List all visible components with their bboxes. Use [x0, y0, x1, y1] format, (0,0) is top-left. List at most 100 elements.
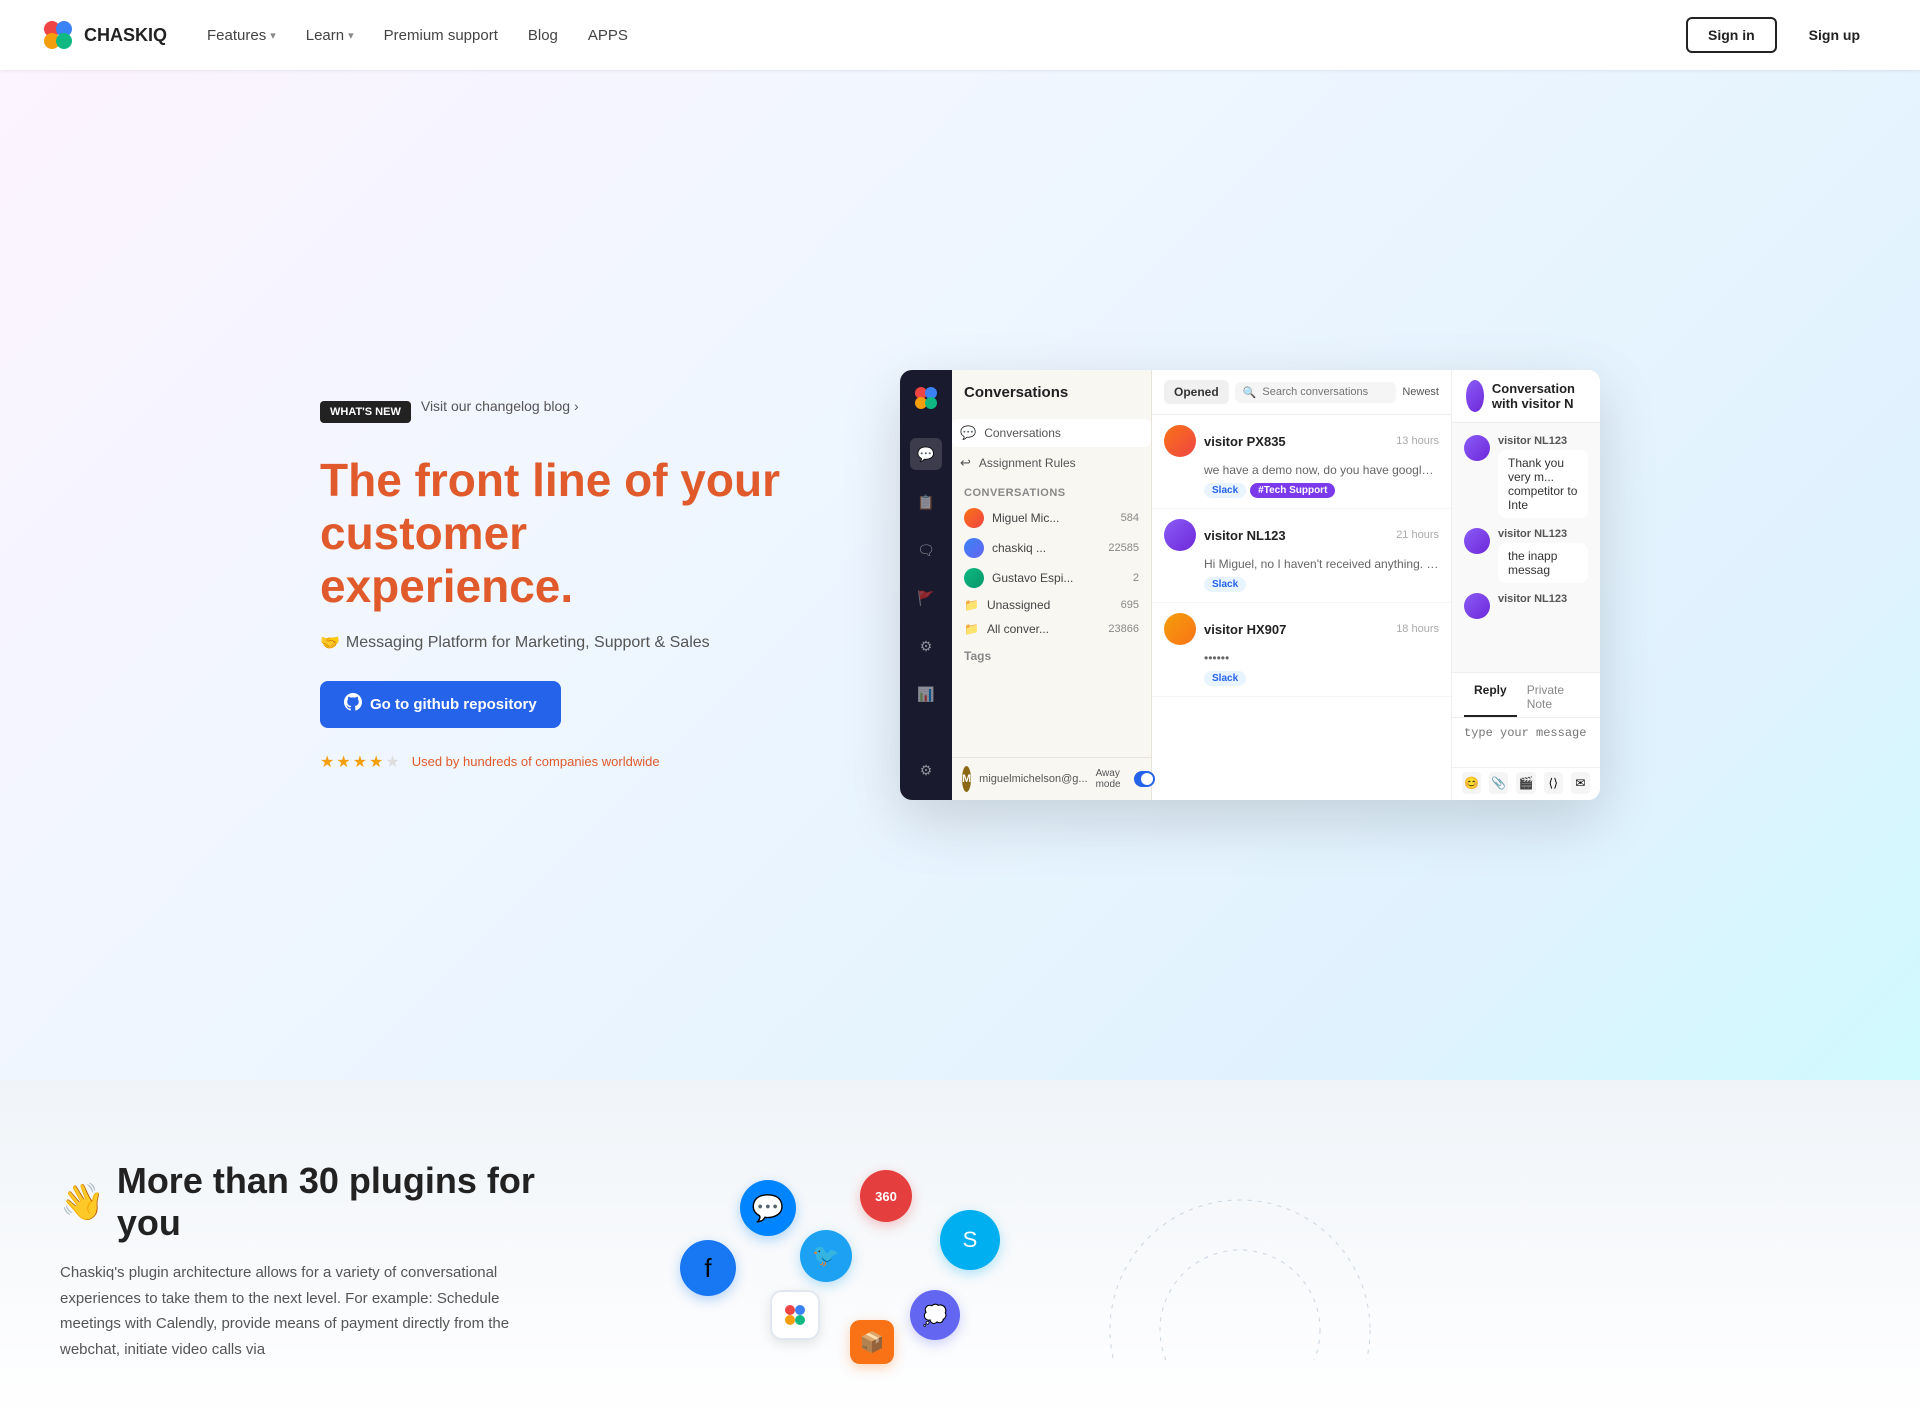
- search-input[interactable]: [1262, 386, 1388, 398]
- reply-tool-gif[interactable]: 🎬: [1516, 772, 1535, 794]
- signin-button[interactable]: Sign in: [1686, 17, 1777, 53]
- nav-apps[interactable]: APPS: [588, 27, 628, 44]
- reply-tool-send[interactable]: ✉: [1571, 772, 1590, 794]
- avatar-chaskiq: [964, 538, 984, 558]
- conv-list-left-all: 📁 All conver...: [964, 622, 1049, 636]
- unassigned-count: 695: [1121, 599, 1139, 611]
- conv-panel-title: Conversations: [964, 384, 1139, 401]
- features-chevron-icon: ▾: [270, 29, 276, 42]
- sidebar-icon-conversations[interactable]: 💬: [910, 438, 942, 470]
- toggle-knob: [1141, 773, 1153, 785]
- right-panel-avatar: [1466, 380, 1484, 412]
- conv-nav-conversations[interactable]: 💬 Conversations: [952, 419, 1151, 447]
- avatar-nl123: [1164, 519, 1196, 551]
- conv-list-item-miguel[interactable]: Miguel Mic... 584: [952, 503, 1151, 533]
- logo-text: CHASKIQ: [84, 25, 167, 46]
- conv-tags-px835: Slack #Tech Support: [1204, 483, 1439, 498]
- chat-msg-1: visitor NL123 Thank you very m... compet…: [1464, 435, 1588, 518]
- unassigned-label: Unassigned: [987, 598, 1050, 612]
- conv-footer: M miguelmichelson@g... Away mode ⋮: [952, 757, 1151, 800]
- conv-tags-hx907: Slack: [1204, 671, 1439, 686]
- logo-icon: [40, 17, 76, 53]
- search-icon: 🔍: [1243, 386, 1257, 399]
- signup-button[interactable]: Sign up: [1789, 19, 1880, 51]
- main-list-header: Opened 🔍 Newest: [1152, 370, 1451, 415]
- conv-name-hx907: visitor HX907: [1204, 622, 1388, 637]
- 360-plugin-icon: 360: [860, 1170, 912, 1222]
- reply-tool-code[interactable]: ⟨⟩: [1544, 772, 1563, 794]
- away-mode-toggle[interactable]: [1134, 771, 1154, 787]
- chat-msg-1-text: Thank you very m... competitor to Inte: [1498, 450, 1588, 518]
- facebook-plugin-icon: f: [680, 1240, 736, 1296]
- navbar-left: CHASKIQ Features ▾ Learn ▾ Premium suppo…: [40, 17, 628, 53]
- star-icons: ★ ★ ★ ★ ★: [320, 752, 400, 772]
- conv-list-name-miguel: Miguel Mic...: [992, 511, 1059, 525]
- conv-item-nl123[interactable]: visitor NL123 21 hours Hi Miguel, no I h…: [1152, 509, 1451, 603]
- conv-list-item-chaskiq[interactable]: chaskiq ... 22585: [952, 533, 1151, 563]
- reply-toolbar: 😊 📎 🎬 ⟨⟩ ✉: [1452, 767, 1600, 800]
- sidebar-icon-flag[interactable]: 🚩: [910, 582, 942, 614]
- nav-learn[interactable]: Learn ▾: [306, 27, 354, 44]
- sidebar-icon-reports[interactable]: 📊: [910, 678, 942, 710]
- bottom-section: 👋 More than 30 plugins for you Chaskiq's…: [0, 1080, 1920, 1422]
- conv-list-name-gustavo: Gustavo Espi...: [992, 571, 1073, 585]
- conv-list-item-unassigned[interactable]: 📁 Unassigned 695: [952, 593, 1151, 617]
- reply-tool-attach[interactable]: 📎: [1489, 772, 1508, 794]
- chat-msg-3: visitor NL123: [1464, 593, 1588, 619]
- conv-list-left-miguel: Miguel Mic...: [964, 508, 1059, 528]
- star-5: ★: [385, 752, 399, 772]
- conv-list-item-gustavo[interactable]: Gustavo Espi... 2: [952, 563, 1151, 593]
- navbar: CHASKIQ Features ▾ Learn ▾ Premium suppo…: [0, 0, 1920, 70]
- conv-list-name-chaskiq: chaskiq ...: [992, 541, 1046, 555]
- logo[interactable]: CHASKIQ: [40, 17, 167, 53]
- github-button[interactable]: Go to github repository: [320, 681, 561, 728]
- tab-opened[interactable]: Opened: [1164, 380, 1229, 404]
- conv-msg-hx907: ••••••: [1204, 651, 1439, 665]
- conv-list-item-all[interactable]: 📁 All conver... 23866: [952, 617, 1151, 641]
- conv-header: Conversations: [952, 370, 1151, 419]
- hero-subtitle: 🤝 Messaging Platform for Marketing, Supp…: [320, 633, 780, 653]
- newest-button[interactable]: Newest: [1402, 386, 1439, 398]
- messenger-plugin-icon: 💬: [740, 1180, 796, 1236]
- hero-left: WHAT'S NEW Visit our changelog blog › Th…: [320, 398, 820, 772]
- sidebar-icon-settings-bottom[interactable]: ⚙: [910, 754, 942, 786]
- folder-icon-unassigned: 📁: [964, 598, 979, 612]
- nav-features[interactable]: Features ▾: [207, 27, 276, 44]
- changelog-link[interactable]: Visit our changelog blog ›: [421, 398, 579, 414]
- chat-msg-2-content: visitor NL123 the inapp messag: [1498, 528, 1588, 583]
- chat-msg-1-avatar: [1464, 435, 1490, 461]
- chat-messages: visitor NL123 Thank you very m... compet…: [1452, 423, 1600, 672]
- conv-list-left-chaskiq: chaskiq ...: [964, 538, 1046, 558]
- conv-item-px835[interactable]: visitor PX835 13 hours we have a demo no…: [1152, 415, 1451, 509]
- assignment-rules-icon: ↩: [960, 455, 971, 471]
- chat-msg-2-avatar: [1464, 528, 1490, 554]
- right-panel: Conversation with visitor N visitor NL12…: [1452, 370, 1600, 800]
- hero-content: WHAT'S NEW Visit our changelog blog › Th…: [260, 310, 1660, 840]
- github-icon: [344, 693, 362, 716]
- reply-input[interactable]: [1452, 718, 1600, 762]
- chat-msg-2-name: visitor NL123: [1498, 528, 1588, 540]
- sidebar-icon-settings-gear[interactable]: ⚙: [910, 630, 942, 662]
- conv-nav-assignment-rules[interactable]: ↩ Assignment Rules: [952, 449, 1151, 477]
- nav-premium-support[interactable]: Premium support: [384, 27, 498, 44]
- reply-tool-emoji[interactable]: 😊: [1462, 772, 1481, 794]
- hero-title: The front line of your customer experien…: [320, 454, 780, 613]
- conv-msg-nl123: Hi Miguel, no I haven't received anythin…: [1204, 557, 1439, 571]
- tags-section: Tags: [952, 641, 1151, 671]
- right-conv-title: Conversation with visitor N: [1492, 381, 1586, 411]
- conv-name-px835: visitor PX835: [1204, 434, 1388, 449]
- conv-list-left-gustavo: Gustavo Espi...: [964, 568, 1073, 588]
- tag-tech-px835: #Tech Support: [1250, 483, 1335, 498]
- reply-tab-reply[interactable]: Reply: [1464, 679, 1517, 717]
- sidebar-icon-chat[interactable]: 🗨: [910, 534, 942, 566]
- conv-badge-miguel: 584: [1121, 512, 1139, 524]
- star-4: ★: [369, 752, 383, 772]
- nav-blog[interactable]: Blog: [528, 27, 558, 44]
- conv-item-hx907[interactable]: visitor HX907 18 hours •••••• Slack: [1152, 603, 1451, 697]
- reply-tab-private[interactable]: Private Note: [1517, 679, 1588, 717]
- chat-msg-2-text: the inapp messag: [1498, 543, 1588, 583]
- chat-msg-1-name: visitor NL123: [1498, 435, 1588, 447]
- hero-section: WHAT'S NEW Visit our changelog blog › Th…: [0, 0, 1920, 1080]
- sidebar-icon-inbox[interactable]: 📋: [910, 486, 942, 518]
- conv-list-left-unassigned: 📁 Unassigned: [964, 598, 1050, 612]
